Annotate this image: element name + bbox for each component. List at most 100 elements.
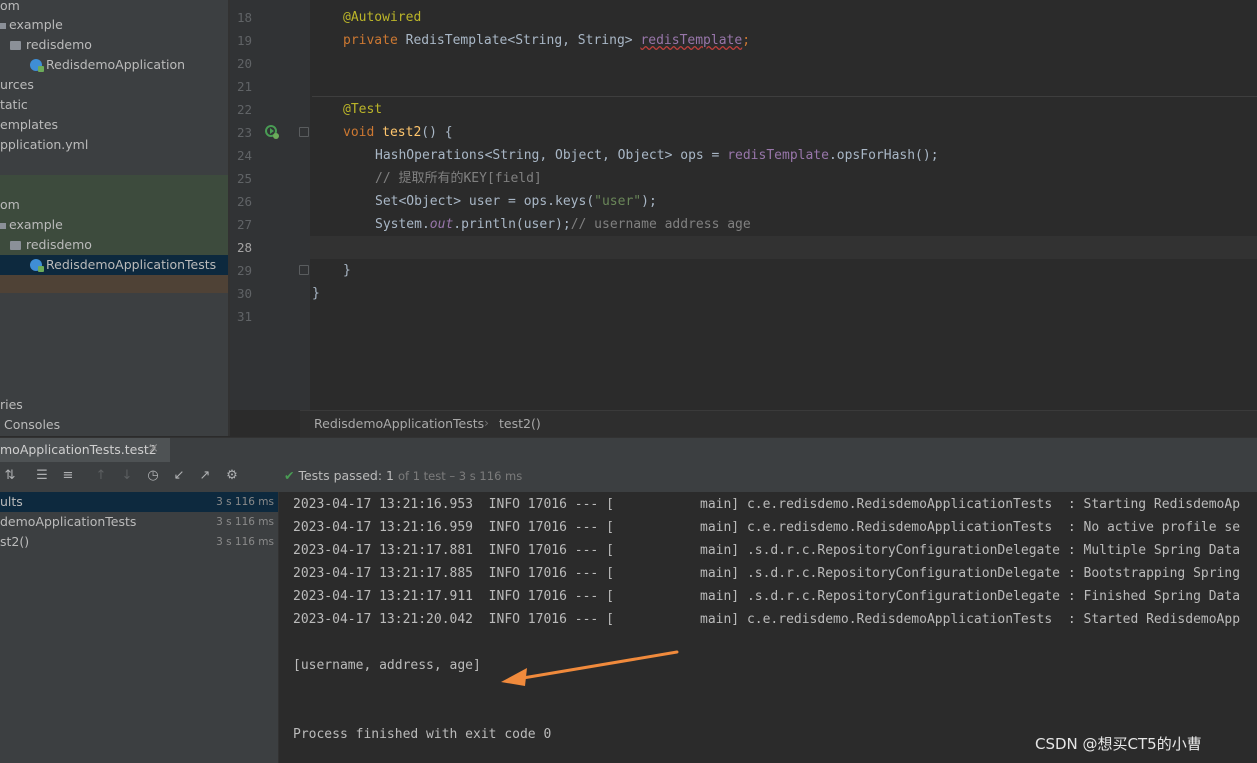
test-class-row[interactable]: demoApplicationTests 3 s 116 ms (0, 512, 278, 532)
tree-item-redisdemo-2[interactable]: redisdemo (0, 235, 228, 255)
tree-item-consoles[interactable]: Consoles (0, 415, 228, 435)
spring-class-icon (30, 59, 44, 72)
tree-item-label: RedisdemoApplication (46, 57, 186, 72)
test-status: ✔ Tests passed: 1 of 1 test – 3 s 116 ms (284, 468, 522, 484)
tree-item-label: redisdemo (26, 237, 92, 252)
current-line-highlight (310, 236, 1257, 259)
field: redisTemplate (727, 148, 829, 163)
gear-icon[interactable]: ⚙ (224, 468, 240, 484)
console-line: 2023-04-17 13:21:17.881 INFO 17016 --- [… (293, 543, 1241, 558)
tree-item-application-yml[interactable]: pplication.yml (0, 135, 228, 155)
code-line-25: // 提取所有的KEY[field] (375, 167, 542, 190)
comment: // username address age (570, 217, 751, 232)
tree-item-label: tatic (0, 97, 28, 112)
run-tab-label: moApplicationTests.test2 (0, 442, 157, 457)
field: redisTemplate (640, 33, 743, 48)
annotation: @Autowired (343, 10, 422, 25)
line-number: 25 (236, 171, 252, 186)
test-label: st2() (0, 534, 30, 549)
status-label: Tests passed: (298, 468, 383, 483)
next-failed-icon[interactable]: ↓ (119, 468, 135, 484)
punct: () { (421, 125, 453, 140)
line-number: 23 (236, 125, 252, 140)
line-number: 26 (236, 194, 252, 209)
tree-item-label: om (0, 0, 20, 13)
annotation-arrow (501, 650, 679, 686)
punct: ); (641, 194, 657, 209)
test-duration: 3 s 116 ms (216, 496, 274, 508)
line-number: 18 (236, 10, 252, 25)
tree-item-libraries[interactable]: ries (0, 395, 228, 415)
collapse-all-icon[interactable]: ≡ (60, 468, 76, 484)
tree-item-static[interactable]: tatic (0, 95, 228, 115)
breadcrumb: RedisdemoApplicationTests › test2() (300, 410, 1257, 437)
line-number: 28 (236, 240, 252, 255)
tree-item-label: urces (0, 77, 34, 92)
tree-item-label: example (9, 17, 63, 32)
close-icon[interactable]: × (148, 441, 159, 456)
console-line: 2023-04-17 13:21:16.959 INFO 17016 --- [… (293, 520, 1241, 535)
console-line: 2023-04-17 13:21:17.885 INFO 17016 --- [… (293, 566, 1241, 581)
console-result-line: [username, address, age] (293, 658, 481, 673)
static-field: out (429, 217, 454, 232)
expand-all-icon[interactable]: ☰ (34, 468, 50, 484)
brace: } (312, 286, 320, 301)
import-tests-icon[interactable]: ↙ (171, 468, 187, 484)
sort-icon[interactable]: ⇅ (2, 468, 18, 484)
console-line: 2023-04-17 13:21:20.042 INFO 17016 --- [… (293, 612, 1241, 627)
tree-item-example-1[interactable]: example (0, 15, 228, 35)
tree-item-redisdemo-1[interactable]: redisdemo (0, 35, 228, 55)
console-exit-line: Process finished with exit code 0 (293, 727, 552, 742)
test-label: ults (0, 494, 23, 509)
tree-item-om-1[interactable]: om (0, 0, 228, 16)
test-method-row[interactable]: st2() 3 s 116 ms (0, 532, 278, 552)
string: "user" (594, 194, 642, 209)
package-icon (0, 223, 6, 229)
tree-item-om-2[interactable]: om (0, 195, 228, 215)
line-number: 29 (236, 263, 252, 278)
code-line-24: HashOperations<String, Object, Object> o… (375, 144, 939, 167)
breadcrumb-class[interactable]: RedisdemoApplicationTests (314, 416, 484, 431)
console-line: 2023-04-17 13:21:17.911 INFO 17016 --- [… (293, 589, 1241, 604)
test-results-tree: ults 3 s 116 ms demoApplicationTests 3 s… (0, 492, 278, 763)
fold-marker-icon[interactable] (299, 127, 309, 137)
keyword: void (343, 125, 375, 140)
statement: System. (375, 217, 430, 232)
tree-item-templates[interactable]: emplates (0, 115, 228, 135)
code-line-27: System.out.println(user);// username add… (375, 213, 751, 236)
brace: } (343, 263, 351, 278)
package-icon (10, 41, 21, 50)
test-label: demoApplicationTests (0, 514, 137, 529)
line-number: 24 (236, 148, 252, 163)
tree-item-label: redisdemo (26, 37, 92, 52)
line-number: 20 (236, 56, 252, 71)
status-detail: of 1 test – 3 s 116 ms (397, 469, 523, 483)
test-duration: 3 s 116 ms (216, 536, 274, 548)
previous-failed-icon[interactable]: ↑ (93, 468, 109, 484)
tree-item-redisdemoapplicationtests[interactable]: RedisdemoApplicationTests (0, 255, 228, 275)
check-icon: ✔ (284, 468, 295, 483)
tree-item-resources[interactable]: urces (0, 75, 228, 95)
code-line-29: } (343, 259, 351, 282)
line-number: 27 (236, 217, 252, 232)
code-line-19: private RedisTemplate<String, String> re… (343, 29, 750, 52)
test-duration: 3 s 116 ms (216, 516, 274, 528)
run-tool-window-header: moApplicationTests.test2 × (0, 437, 1257, 463)
package-icon (10, 241, 21, 250)
console-line: 2023-04-17 13:21:16.953 INFO 17016 --- [… (293, 497, 1241, 512)
tree-item-label: om (0, 197, 20, 212)
tree-item-label: example (9, 217, 63, 232)
history-icon[interactable]: ◷ (145, 468, 161, 484)
test-results-root[interactable]: ults 3 s 116 ms (0, 492, 278, 512)
breadcrumb-method[interactable]: test2() (499, 416, 541, 431)
run-test-icon[interactable] (264, 124, 280, 140)
line-number: 22 (236, 102, 252, 117)
run-tab[interactable]: moApplicationTests.test2 × (0, 438, 170, 463)
tree-item-redisdemoapplication[interactable]: RedisdemoApplication (0, 55, 228, 75)
call: .opsForHash(); (828, 148, 939, 163)
fold-marker-icon[interactable] (299, 265, 309, 275)
export-tests-icon[interactable]: ↗ (197, 468, 213, 484)
tree-item-example-2[interactable]: example (0, 215, 228, 235)
statement: Set<Object> user = ops.keys( (375, 194, 595, 209)
excluded-highlight (0, 275, 228, 293)
